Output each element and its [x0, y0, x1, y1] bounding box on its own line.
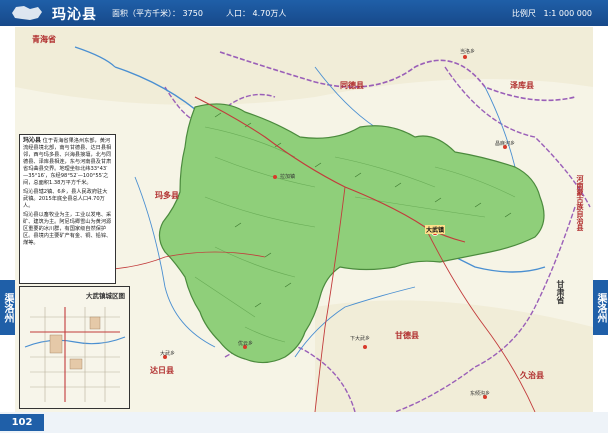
town-label: 优云乡	[238, 341, 254, 347]
population-label: 人口：	[226, 9, 250, 18]
intro-paragraph: 玛沁县以畜牧业为主，工业以发电、采矿、建筑为主。阿尼玛卿雪山为黄河源区重要的冰川…	[23, 212, 112, 246]
region-label-se: 久治县	[520, 371, 544, 380]
town-label: 当洛乡	[460, 49, 476, 55]
town-label: 下大武乡	[350, 336, 371, 342]
town-label: 大武乡	[160, 351, 176, 357]
page-title: 玛沁县	[52, 7, 97, 23]
page-footer: 102	[0, 412, 608, 433]
region-label-sw: 达日县	[150, 366, 174, 375]
region-label-west: 玛多县	[155, 191, 179, 200]
capital-label: 大武镇	[425, 225, 446, 234]
county-intro-box: 玛沁县 位于青海省果洛州东部，黄河流经县境北部，南与甘德县、达日县相邻，西与玛多…	[19, 134, 116, 284]
intro-paragraph: 位于青海省果洛州东部，黄河流经县境北部，南与甘德县、达日县相邻，西与玛多县、兴海…	[23, 138, 112, 186]
scale-value: 1:1 000 000	[543, 9, 593, 18]
inset-title: 大武镇城区图	[86, 292, 125, 300]
scale-label: 比例尺 1:1 000 000	[512, 8, 592, 19]
stats-line: 面积（平方千米）： 3750 人口： 4.70万人	[112, 8, 286, 19]
inset-map: 大武镇城区图	[19, 286, 130, 409]
area-label: 面积（平方千米）：	[112, 9, 180, 18]
town-label: 拉加镇	[280, 174, 296, 180]
town-label: 昌麻河乡	[495, 141, 516, 147]
scale-title: 比例尺	[511, 9, 536, 18]
intro-paragraph: 玛沁县辖2镇、6乡，县人民政府驻大武镇。2015年底全县总人口4.70万人。	[23, 189, 108, 209]
page-number: 102	[0, 414, 44, 431]
page-header: 玛沁县 面积（平方千米）： 3750 人口： 4.70万人 比例尺 1:1 00…	[0, 0, 608, 26]
region-label-north: 同德县	[340, 81, 364, 90]
area-value: 3750	[182, 9, 203, 18]
region-label-south: 甘德县	[395, 331, 419, 340]
region-label-top: 青海省	[32, 35, 56, 44]
town-label: 东倾沟乡	[470, 391, 491, 397]
region-label-e2: 甘肃省	[556, 280, 565, 304]
intro-title: 玛沁县	[23, 137, 42, 144]
region-label-ne: 泽库县	[510, 81, 534, 90]
inset-map-drawing	[20, 287, 129, 408]
population-value: 4.70万人	[252, 9, 287, 18]
region-label-east: 河南蒙古族自治县	[576, 175, 584, 231]
side-tab-right: 渠洛州	[593, 280, 608, 335]
side-tab-left: 渠洛州	[0, 280, 15, 335]
province-logo-icon	[12, 6, 42, 20]
